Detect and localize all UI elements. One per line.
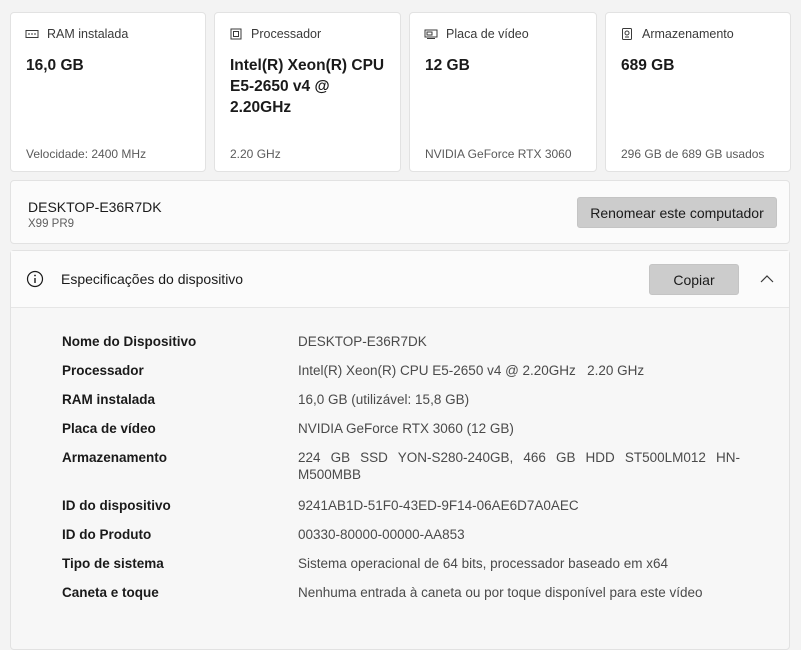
spec-value: 9241AB1D-51F0-43ED-9F14-06AE6D7A0AEC xyxy=(298,498,579,513)
spec-key: RAM instalada xyxy=(62,392,156,407)
spec-row-storage: Armazenamento 224 GB SSD YON-S280-240GB,… xyxy=(62,449,749,483)
spec-row-system-type: Tipo de sistema Sistema operacional de 6… xyxy=(62,555,749,572)
spec-row-product-id: ID do Produto 00330-80000-00000-AA853 xyxy=(62,526,749,543)
spec-value: Sistema operacional de 64 bits, processa… xyxy=(298,556,668,571)
ram-card-label: RAM instalada xyxy=(47,27,129,41)
gpu-card-footer: NVIDIA GeForce RTX 3060 xyxy=(425,147,572,161)
device-name-panel: DESKTOP-E36R7DK X99 PR9 Renomear este co… xyxy=(10,180,790,244)
gpu-card-value: 12 GB xyxy=(425,57,470,74)
ram-card-header: RAM instalada xyxy=(25,27,128,41)
spec-row-ram: RAM instalada 16,0 GB (utilizável: 15,8 … xyxy=(62,391,749,408)
spec-value: Intel(R) Xeon(R) CPU E5-2650 v4 @ 2.20GH… xyxy=(298,363,645,378)
spec-key: Armazenamento xyxy=(62,450,168,465)
spec-value: 16,0 GB (utilizável: 15,8 GB) xyxy=(298,392,470,407)
processor-card-value: Intel(R) Xeon(R) CPU E5-2650 v4 @ 2.20GH… xyxy=(230,57,385,116)
info-icon xyxy=(26,270,44,288)
spec-value: 224 GB SSD YON-S280-240GB, 466 GB HDD ST… xyxy=(298,450,740,482)
processor-card-label: Processador xyxy=(251,27,322,41)
device-model: X99 PR9 xyxy=(28,218,75,230)
gpu-icon xyxy=(424,27,438,41)
spec-row-device-name: Nome do Dispositivo DESKTOP-E36R7DK xyxy=(62,333,749,350)
spec-key: Placa de vídeo xyxy=(62,421,156,436)
processor-card-footer: 2.20 GHz xyxy=(230,147,281,161)
ram-card-footer: Velocidade: 2400 MHz xyxy=(26,147,147,161)
spec-row-device-id: ID do dispositivo 9241AB1D-51F0-43ED-9F1… xyxy=(62,497,749,514)
device-specs-panel: Especificações do dispositivo Copiar Nom… xyxy=(10,250,790,650)
storage-card-footer: 296 GB de 689 GB usados xyxy=(621,147,765,161)
ram-card-value: 16,0 GB xyxy=(26,57,84,74)
spec-key: Caneta e toque xyxy=(62,585,159,600)
spec-value: 00330-80000-00000-AA853 xyxy=(298,527,465,542)
processor-card: Processador Intel(R) Xeon(R) CPU E5-2650… xyxy=(214,12,401,172)
ram-card: RAM instalada 16,0 GB Velocidade: 2400 M… xyxy=(10,12,206,172)
ram-icon xyxy=(25,27,39,41)
spec-value: DESKTOP-E36R7DK xyxy=(298,334,427,349)
storage-card-header: Armazenamento xyxy=(620,27,734,41)
spec-value: Nenhuma entrada à caneta ou por toque di… xyxy=(298,585,703,600)
chevron-up-icon[interactable] xyxy=(756,269,778,289)
spec-key: Tipo de sistema xyxy=(62,556,164,571)
spec-key: Processador xyxy=(62,363,144,378)
device-specs-header[interactable]: Especificações do dispositivo Copiar xyxy=(11,251,789,308)
rename-computer-button[interactable]: Renomear este computador xyxy=(577,197,777,228)
gpu-card-label: Placa de vídeo xyxy=(446,27,529,41)
spec-key: ID do Produto xyxy=(62,527,152,542)
copy-button[interactable]: Copiar xyxy=(649,264,739,295)
spec-row-pen-touch: Caneta e toque Nenhuma entrada à caneta … xyxy=(62,584,749,601)
gpu-card: Placa de vídeo 12 GB NVIDIA GeForce RTX … xyxy=(409,12,597,172)
spec-key: ID do dispositivo xyxy=(62,498,171,513)
processor-card-header: Processador xyxy=(229,27,321,41)
device-name: DESKTOP-E36R7DK xyxy=(28,199,162,215)
storage-card-value: 689 GB xyxy=(621,57,675,74)
spec-row-gpu: Placa de vídeo NVIDIA GeForce RTX 3060 (… xyxy=(62,420,749,437)
spec-row-processor: Processador Intel(R) Xeon(R) CPU E5-2650… xyxy=(62,362,749,379)
storage-card: Armazenamento 689 GB 296 GB de 689 GB us… xyxy=(605,12,791,172)
storage-card-label: Armazenamento xyxy=(642,27,734,41)
device-specs-title: Especificações do dispositivo xyxy=(61,271,244,287)
spec-key: Nome do Dispositivo xyxy=(62,334,197,349)
processor-icon xyxy=(229,27,243,41)
spec-value: NVIDIA GeForce RTX 3060 (12 GB) xyxy=(298,421,514,436)
gpu-card-header: Placa de vídeo xyxy=(424,27,529,41)
storage-icon xyxy=(620,27,634,41)
